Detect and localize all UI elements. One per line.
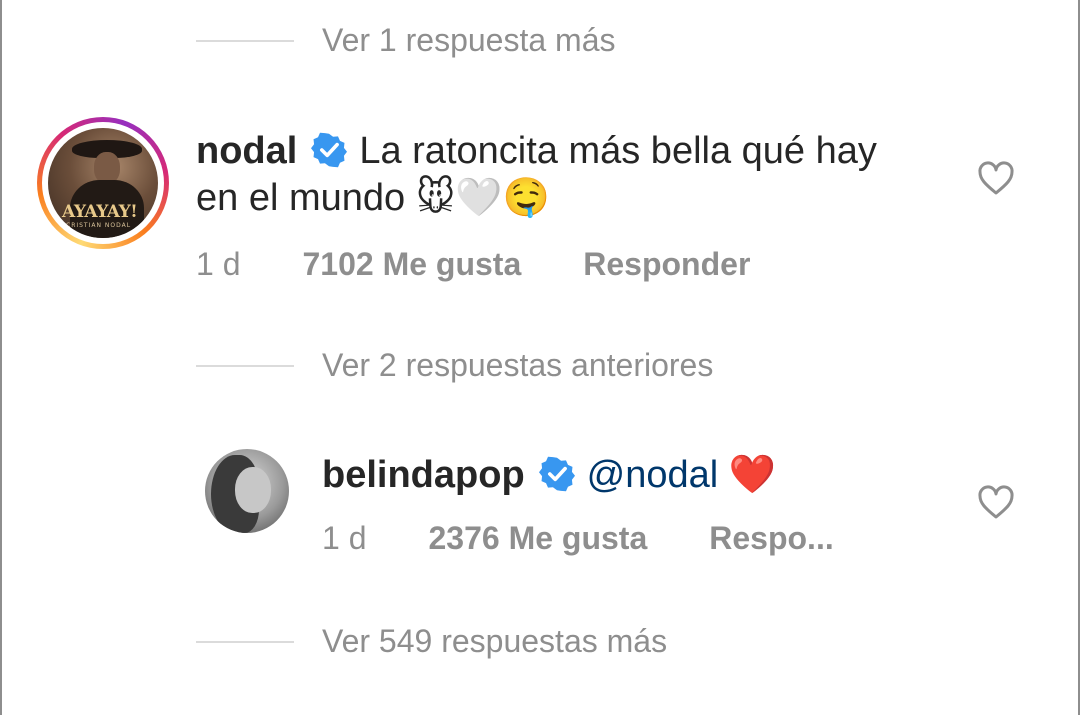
view-more-replies-label: Ver 549 respuestas más	[322, 623, 668, 659]
story-ring[interactable]: AYAYAY! CRISTIAN NODAL	[37, 117, 169, 249]
comment-emojis: ❤️	[728, 452, 777, 496]
reply-button[interactable]: Respo...	[709, 520, 833, 557]
verified-badge-icon	[538, 456, 575, 492]
comment-text: La ratoncita más bella qué hay	[359, 130, 877, 172]
reply-button[interactable]: Responder	[583, 246, 750, 283]
comment-meta-belindapop: 1 d 2376 Me gusta Respo...	[322, 520, 834, 557]
likes-count-button[interactable]: 2376 Me gusta	[428, 520, 647, 557]
reply-thread-line	[196, 39, 294, 42]
view-more-replies-label: Ver 1 respuesta más	[322, 22, 616, 58]
avatar-nodal: AYAYAY! CRISTIAN NODAL	[48, 128, 158, 238]
reply-thread-line	[196, 640, 294, 643]
heart-outline-icon[interactable]	[977, 160, 1015, 196]
view-more-replies-bottom[interactable]: Ver 549 respuestas más	[196, 623, 667, 660]
left-edge-divider	[0, 0, 2, 715]
comment-text-continued: en el mundo	[196, 177, 406, 219]
view-previous-replies[interactable]: Ver 2 respuestas anteriores	[196, 347, 713, 384]
comment-time: 1 d	[322, 520, 367, 556]
view-more-replies-top[interactable]: Ver 1 respuesta más	[196, 22, 615, 59]
comment-emojis: 🐭🤍🤤	[415, 175, 550, 219]
heart-outline-icon[interactable]	[977, 484, 1015, 520]
view-previous-replies-label: Ver 2 respuestas anteriores	[322, 347, 714, 383]
mention-link[interactable]: @nodal	[587, 454, 719, 496]
comment-nodal: nodal La ratoncita más bella qué hay en …	[196, 128, 877, 221]
avatar-logo-text: AYAYAY!	[62, 202, 138, 222]
reply-thread-line	[196, 364, 294, 367]
comment-username[interactable]: nodal	[196, 130, 297, 172]
comment-username[interactable]: belindapop	[322, 454, 525, 496]
comment-time: 1 d	[196, 246, 241, 282]
avatar-logo-subtext: CRISTIAN NODAL	[66, 222, 132, 229]
comment-meta-nodal: 1 d 7102 Me gusta Responder	[196, 246, 750, 283]
verified-badge-icon	[311, 132, 348, 168]
likes-count-button[interactable]: 7102 Me gusta	[302, 246, 521, 283]
comment-belindapop: belindapop @nodal ❤️	[322, 451, 776, 498]
avatar-belindapop[interactable]	[205, 449, 289, 533]
